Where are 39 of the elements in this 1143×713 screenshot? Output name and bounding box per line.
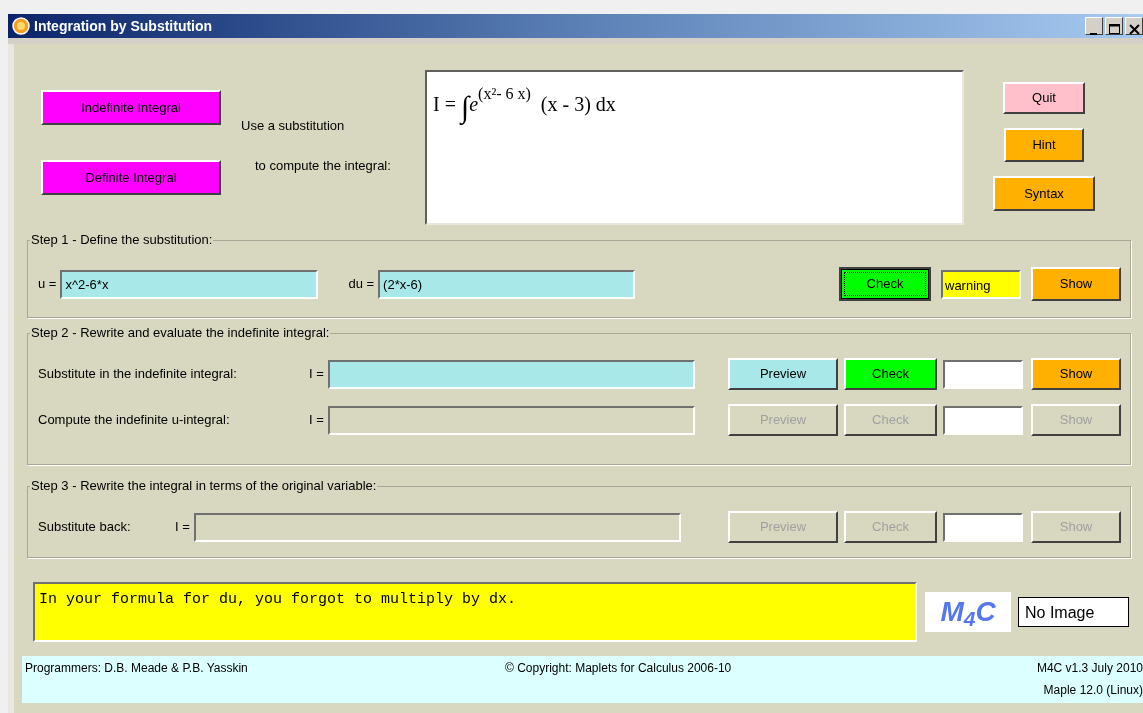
status-field[interactable]: [943, 512, 1023, 542]
status-field[interactable]: [943, 359, 1023, 389]
input-field[interactable]: [327, 359, 695, 389]
field-label: Substitute back:: [38, 518, 132, 537]
app-icon: [12, 17, 30, 35]
footer-text: Programmers: D.B. Meade & P.B. Yasskin: [25, 660, 249, 677]
equation-label: I =: [175, 518, 190, 537]
maximize-icon[interactable]: [1105, 17, 1123, 35]
window-title: Integration by Substitution: [34, 16, 213, 36]
prompt-text: Use a substitution: [241, 117, 346, 135]
button[interactable]: Definite Integral: [41, 160, 221, 195]
prompt-text: to compute the integral:: [255, 156, 392, 175]
input-field[interactable]: (2*x-6): [378, 269, 636, 299]
button[interactable]: Syntax: [993, 176, 1095, 211]
button[interactable]: Show: [1031, 267, 1121, 301]
logo: M$_{4}$C: [925, 592, 1011, 632]
field-label: du =: [348, 275, 375, 294]
field-label: u =: [38, 275, 57, 294]
button[interactable]: Check: [844, 358, 937, 390]
input-field[interactable]: x^2-6*x: [60, 269, 319, 299]
field-label: Substitute in the indefinite integral:: [38, 365, 238, 384]
status-field: warning: [941, 269, 1021, 299]
message-box: In your formula for du, you forgot to multiply by dx.: [33, 582, 917, 642]
minimize-icon[interactable]: [1085, 17, 1103, 35]
button[interactable]: Hint: [1004, 128, 1084, 162]
button[interactable]: Quit: [1003, 82, 1085, 114]
status-field[interactable]: [943, 405, 1023, 435]
footer-text: M4C v1.3 July 2010: [1036, 660, 1143, 677]
footer-text: © Copyright: Maplets for Calculus 2006-10: [505, 660, 733, 677]
image-field: No Image: [1018, 597, 1129, 627]
equation-label: I =: [309, 411, 324, 430]
field-label: Compute the indefinite u-integral:: [38, 411, 231, 430]
button[interactable]: Show: [1031, 358, 1121, 390]
equation-label: I =: [309, 365, 324, 384]
button[interactable]: Indefinite Integral: [41, 90, 221, 125]
close-icon[interactable]: [1125, 17, 1143, 35]
button[interactable]: Check: [839, 267, 931, 301]
footer-text: Maple 12.0 (Linux): [1043, 682, 1143, 699]
button[interactable]: Preview: [728, 358, 838, 390]
